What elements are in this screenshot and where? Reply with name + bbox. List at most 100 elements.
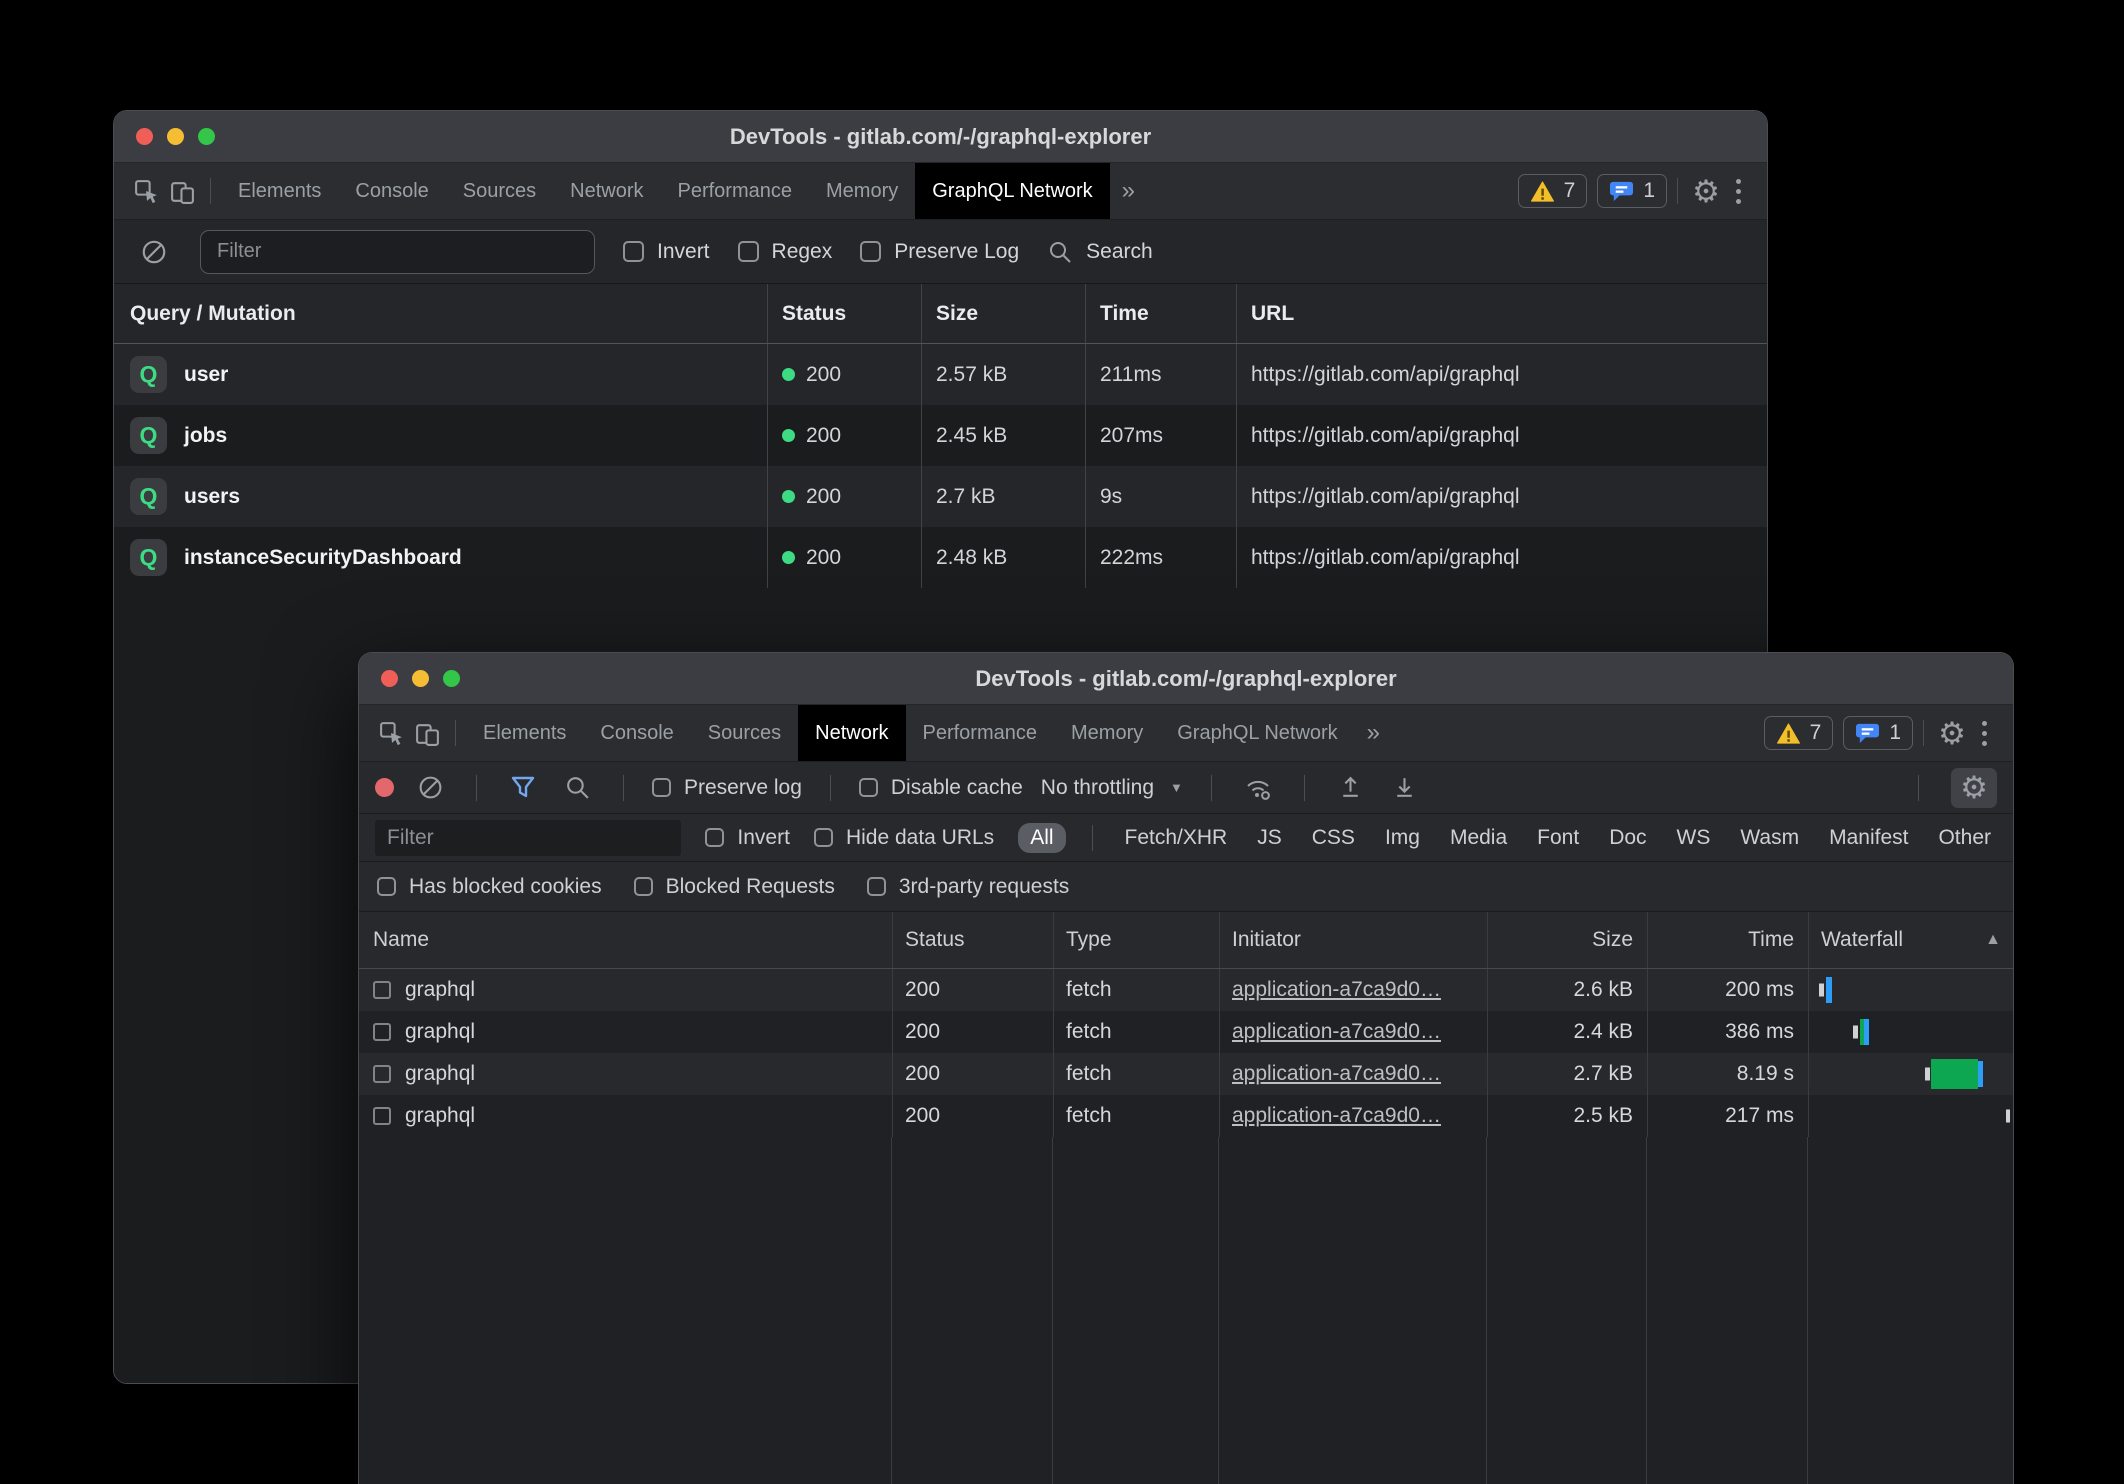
warnings-badge[interactable]: 7 (1518, 174, 1588, 208)
tab-memory[interactable]: Memory (809, 163, 915, 219)
regex-checkbox[interactable]: Regex (738, 240, 833, 264)
network-request-row[interactable]: graphql 200 fetch application-a7ca9d0… 2… (359, 1011, 2013, 1053)
graphql-row-jobs[interactable]: Q jobs 200 2.45 kB 207ms https://gitlab.… (114, 405, 1767, 466)
network-settings-gear-button[interactable]: ⚙ (1951, 768, 1997, 808)
export-har-icon[interactable] (1387, 770, 1423, 806)
filter-chip-media[interactable]: Media (1444, 823, 1513, 853)
graphql-filter-input[interactable] (200, 230, 595, 274)
blocked-requests-checkbox[interactable]: Blocked Requests (634, 875, 835, 899)
preserve-log-checkbox[interactable]: Preserve Log (860, 240, 1019, 264)
column-separator[interactable] (1807, 1137, 1808, 1484)
column-separator[interactable] (891, 1137, 892, 1484)
filter-funnel-icon[interactable] (505, 770, 541, 806)
initiator-link[interactable]: application-a7ca9d0… (1232, 978, 1441, 1002)
zoom-window-button[interactable] (198, 128, 215, 145)
column-header-time[interactable]: Time (1085, 284, 1236, 343)
tab-performance[interactable]: Performance (906, 705, 1055, 761)
graphql-row-users[interactable]: Q users 200 2.7 kB 9s https://gitlab.com… (114, 466, 1767, 527)
device-toolbar-icon[interactable] (164, 173, 200, 209)
warnings-badge[interactable]: 7 (1764, 716, 1834, 750)
initiator-link[interactable]: application-a7ca9d0… (1232, 1020, 1441, 1044)
tab-console[interactable]: Console (583, 705, 690, 761)
zoom-window-button[interactable] (443, 670, 460, 687)
tab-sources[interactable]: Sources (691, 705, 798, 761)
clear-network-log-icon[interactable] (412, 770, 448, 806)
filter-chip-all[interactable]: All (1018, 823, 1065, 853)
search-button[interactable]: Search (1047, 239, 1153, 265)
row-checkbox[interactable] (373, 1065, 391, 1083)
kebab-menu-icon[interactable] (1970, 721, 1999, 746)
column-separator[interactable] (1486, 1137, 1487, 1484)
filter-chip-fetch-xhr[interactable]: Fetch/XHR (1119, 823, 1234, 853)
throttling-select[interactable]: No throttling ▼ (1041, 776, 1183, 800)
network-request-row[interactable]: graphql 200 fetch application-a7ca9d0… 2… (359, 1053, 2013, 1095)
settings-gear-icon[interactable]: ⚙ (1688, 173, 1724, 209)
more-tabs-chevron-icon[interactable]: » (1355, 719, 1392, 747)
column-header-size[interactable]: Size (921, 284, 1085, 343)
tab-network[interactable]: Network (798, 705, 905, 761)
third-party-requests-checkbox[interactable]: 3rd-party requests (867, 875, 1069, 899)
column-header-status[interactable]: Status (892, 912, 1053, 968)
filter-chip-other[interactable]: Other (1932, 823, 1997, 853)
titlebar[interactable]: DevTools - gitlab.com/-/graphql-explorer (114, 111, 1767, 163)
column-header-query-mutation[interactable]: Query / Mutation (114, 284, 767, 343)
preserve-log-checkbox[interactable]: Preserve log (652, 776, 802, 800)
network-filter-input[interactable] (375, 820, 681, 856)
tab-elements[interactable]: Elements (466, 705, 583, 761)
invert-checkbox[interactable]: Invert (623, 240, 710, 264)
issues-badge[interactable]: 1 (1597, 174, 1667, 208)
more-tabs-chevron-icon[interactable]: » (1110, 177, 1147, 205)
column-header-size[interactable]: Size (1487, 912, 1647, 968)
invert-checkbox[interactable]: Invert (705, 826, 790, 850)
tab-network[interactable]: Network (553, 163, 660, 219)
search-icon[interactable] (559, 770, 595, 806)
column-header-type[interactable]: Type (1053, 912, 1219, 968)
row-checkbox[interactable] (373, 981, 391, 999)
network-conditions-icon[interactable] (1240, 770, 1276, 806)
column-separator[interactable] (1646, 1137, 1647, 1484)
filter-chip-manifest[interactable]: Manifest (1823, 823, 1914, 853)
titlebar[interactable]: DevTools - gitlab.com/-/graphql-explorer (359, 653, 2013, 705)
row-checkbox[interactable] (373, 1023, 391, 1041)
column-header-initiator[interactable]: Initiator (1219, 912, 1487, 968)
tab-elements[interactable]: Elements (221, 163, 338, 219)
column-header-waterfall[interactable]: Waterfall ▲ (1808, 912, 2013, 968)
settings-gear-icon[interactable]: ⚙ (1934, 715, 1970, 751)
column-header-time[interactable]: Time (1647, 912, 1808, 968)
tab-graphql-network[interactable]: GraphQL Network (915, 163, 1109, 219)
initiator-link[interactable]: application-a7ca9d0… (1232, 1062, 1441, 1086)
disable-cache-checkbox[interactable]: Disable cache (859, 776, 1023, 800)
column-header-url[interactable]: URL (1236, 284, 1767, 343)
filter-chip-wasm[interactable]: Wasm (1734, 823, 1805, 853)
column-header-status[interactable]: Status (767, 284, 921, 343)
has-blocked-cookies-checkbox[interactable]: Has blocked cookies (377, 875, 602, 899)
graphql-row-user[interactable]: Q user 200 2.57 kB 211ms https://gitlab.… (114, 344, 1767, 405)
inspect-element-icon[interactable] (373, 715, 409, 751)
filter-chip-img[interactable]: Img (1379, 823, 1426, 853)
minimize-window-button[interactable] (412, 670, 429, 687)
filter-chip-font[interactable]: Font (1531, 823, 1585, 853)
column-separator[interactable] (1218, 1137, 1219, 1484)
row-checkbox[interactable] (373, 1107, 391, 1125)
filter-chip-js[interactable]: JS (1251, 823, 1288, 853)
device-toolbar-icon[interactable] (409, 715, 445, 751)
block-icon[interactable] (136, 234, 172, 270)
inspect-element-icon[interactable] (128, 173, 164, 209)
tab-console[interactable]: Console (338, 163, 445, 219)
tab-graphql-network[interactable]: GraphQL Network (1160, 705, 1354, 761)
filter-chip-ws[interactable]: WS (1671, 823, 1717, 853)
hide-data-urls-checkbox[interactable]: Hide data URLs (814, 826, 994, 850)
kebab-menu-icon[interactable] (1724, 179, 1753, 204)
filter-chip-doc[interactable]: Doc (1603, 823, 1652, 853)
column-separator[interactable] (1052, 1137, 1053, 1484)
column-header-name[interactable]: Name (359, 912, 892, 968)
graphql-row-instance-security-dashboard[interactable]: Q instanceSecurityDashboard 200 2.48 kB … (114, 527, 1767, 588)
tab-sources[interactable]: Sources (446, 163, 553, 219)
tab-memory[interactable]: Memory (1054, 705, 1160, 761)
record-network-log-button[interactable] (375, 778, 394, 797)
close-window-button[interactable] (381, 670, 398, 687)
initiator-link[interactable]: application-a7ca9d0… (1232, 1104, 1441, 1128)
filter-chip-css[interactable]: CSS (1306, 823, 1361, 853)
close-window-button[interactable] (136, 128, 153, 145)
tab-performance[interactable]: Performance (661, 163, 810, 219)
